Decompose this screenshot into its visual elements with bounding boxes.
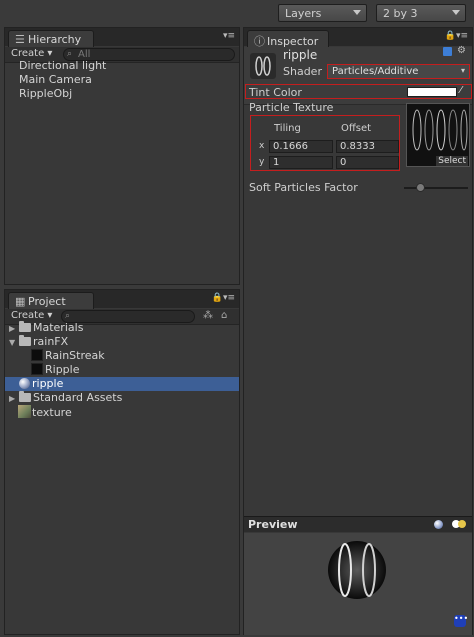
folder-icon [19,321,31,332]
chevron-down-icon [452,10,460,15]
texture-slot[interactable]: Select [406,103,470,167]
layers-dropdown[interactable]: Layers [278,4,367,22]
layout-dropdown[interactable]: 2 by 3 [376,4,466,22]
texture-thumbnail-icon [31,349,43,361]
tab-project[interactable]: ▦ Project [8,292,94,309]
hierarchy-item[interactable]: RippleObj [5,87,239,101]
preview-sphere-render [328,541,386,599]
project-create-button[interactable]: Create ▾ [11,310,52,321]
tint-color-swatch[interactable] [407,87,457,97]
select-texture-button[interactable]: Select [436,156,468,166]
expand-arrow-icon[interactable]: ▶ [9,322,19,336]
hierarchy-panel: ☰ Hierarchy ▾≡ Create ▾ ⌕ All Directional… [4,27,240,285]
eyedropper-icon[interactable]: ⁄ [460,85,462,96]
project-item-ripple-texture[interactable]: Ripple [5,363,239,377]
project-item-texture[interactable]: texture [5,405,239,419]
create-label: Create [11,48,45,59]
project-item-label: Standard Assets [33,391,123,404]
create-label: Create [11,310,45,321]
panel-menu-icon[interactable]: 🔒▾≡ [445,31,468,41]
project-item-label: Materials [33,321,84,334]
hierarchy-item[interactable]: Directional light [5,59,239,73]
soft-particles-label: Soft Particles Factor [249,181,358,194]
project-item-label: RainStreak [45,349,105,362]
preview-mesh-sphere-icon[interactable] [434,520,443,529]
project-item-ripple-material[interactable]: ripple [5,377,239,391]
hierarchy-item-label: RippleObj [19,87,73,100]
tiling-offset-box: Tiling Offset x y 0.1666 0.8333 1 0 [250,115,400,171]
tab-inspector[interactable]: ⓘ Inspector [247,30,329,48]
tint-color-label: Tint Color [249,86,302,99]
folder-icon [19,391,31,402]
folder-icon: ▦ [15,295,26,308]
tab-project-label: Project [28,295,66,308]
hierarchy-item-label: Directional light [19,59,107,72]
project-item-rainstreak[interactable]: RainStreak [5,349,239,363]
shader-label: Shader [283,65,322,78]
project-tabbar: ▦ Project 🔒▾≡ [5,290,239,309]
ripple-texture-preview [412,109,468,151]
project-item-label: rainFX [33,335,69,348]
preview-header[interactable]: Preview [244,516,472,532]
offset-x-field[interactable]: 0.8333 [336,140,399,153]
tiling-y-field[interactable]: 1 [269,156,333,169]
shader-dropdown[interactable]: Particles/Additive ▾ [327,64,470,79]
preview-lights-icon[interactable] [452,520,466,529]
hierarchy-item-label: Main Camera [19,73,92,86]
folder-icon [19,335,31,346]
chevron-down-icon [353,10,361,15]
layout-label: 2 by 3 [383,7,418,20]
project-item-rainfx[interactable]: ▼ rainFX [5,335,239,349]
preview-title: Preview [248,518,298,531]
shader-value: Particles/Additive [332,66,419,77]
inspector-panel: ⓘ Inspector 🔒▾≡ ripple Shader Particles/A… [243,27,473,635]
list-icon: ☰ [15,33,25,46]
tint-color-row: Tint Color ⁄ [245,84,472,99]
label-tag-icon[interactable]: ⌂ [221,310,227,321]
x-label: x [259,141,265,151]
project-item-standard-assets[interactable]: ▶ Standard Assets [5,391,239,405]
layers-label: Layers [285,7,322,20]
texture-thumbnail-icon [31,363,43,375]
gear-icon[interactable]: ⚙ [457,45,466,56]
hierarchy-item[interactable]: Main Camera [5,73,239,87]
particle-texture-label: Particle Texture [249,101,334,114]
tab-hierarchy-label: Hierarchy [28,33,82,46]
tab-hierarchy[interactable]: ☰ Hierarchy [8,30,94,47]
panel-menu-icon[interactable]: ▾≡ [223,31,235,41]
offset-y-field[interactable]: 0 [336,156,399,169]
material-name: ripple [283,48,318,62]
panel-menu-icon[interactable]: 🔒▾≡ [212,293,235,303]
hierarchy-create-button[interactable]: Create ▾ [11,48,52,59]
project-panel: ▦ Project 🔒▾≡ Create ▾ ⌕ ⁂ ⌂ ▶ Materials ▼… [4,289,240,635]
collapse-arrow-icon[interactable]: ▼ [9,336,19,350]
project-item-label: Ripple [45,363,80,376]
material-sphere-icon [19,378,30,389]
help-icon[interactable] [443,47,452,56]
offset-label: Offset [341,123,372,134]
tiling-label: Tiling [274,123,301,134]
y-label: y [259,157,265,167]
slider-thumb[interactable] [416,183,425,192]
preview-settings-icon[interactable]: ••• [454,615,468,627]
project-item-label: ripple [32,377,64,390]
project-item-label: texture [32,406,72,419]
filter-type-icon[interactable]: ⁂ [203,310,213,321]
preview-viewport[interactable]: ••• [244,533,472,635]
inspector-tabbar: ⓘ Inspector 🔒▾≡ [244,28,472,48]
chevron-down-icon: ▾ [460,66,465,75]
tiling-x-field[interactable]: 0.1666 [269,140,333,153]
project-item-materials[interactable]: ▶ Materials [5,321,239,335]
hierarchy-tabbar: ☰ Hierarchy ▾≡ [5,28,239,47]
texture-image-icon [18,405,31,418]
material-icon [250,53,276,79]
top-toolbar: Layers 2 by 3 [0,0,474,25]
expand-arrow-icon[interactable]: ▶ [9,392,19,406]
soft-particles-slider[interactable] [404,183,468,192]
